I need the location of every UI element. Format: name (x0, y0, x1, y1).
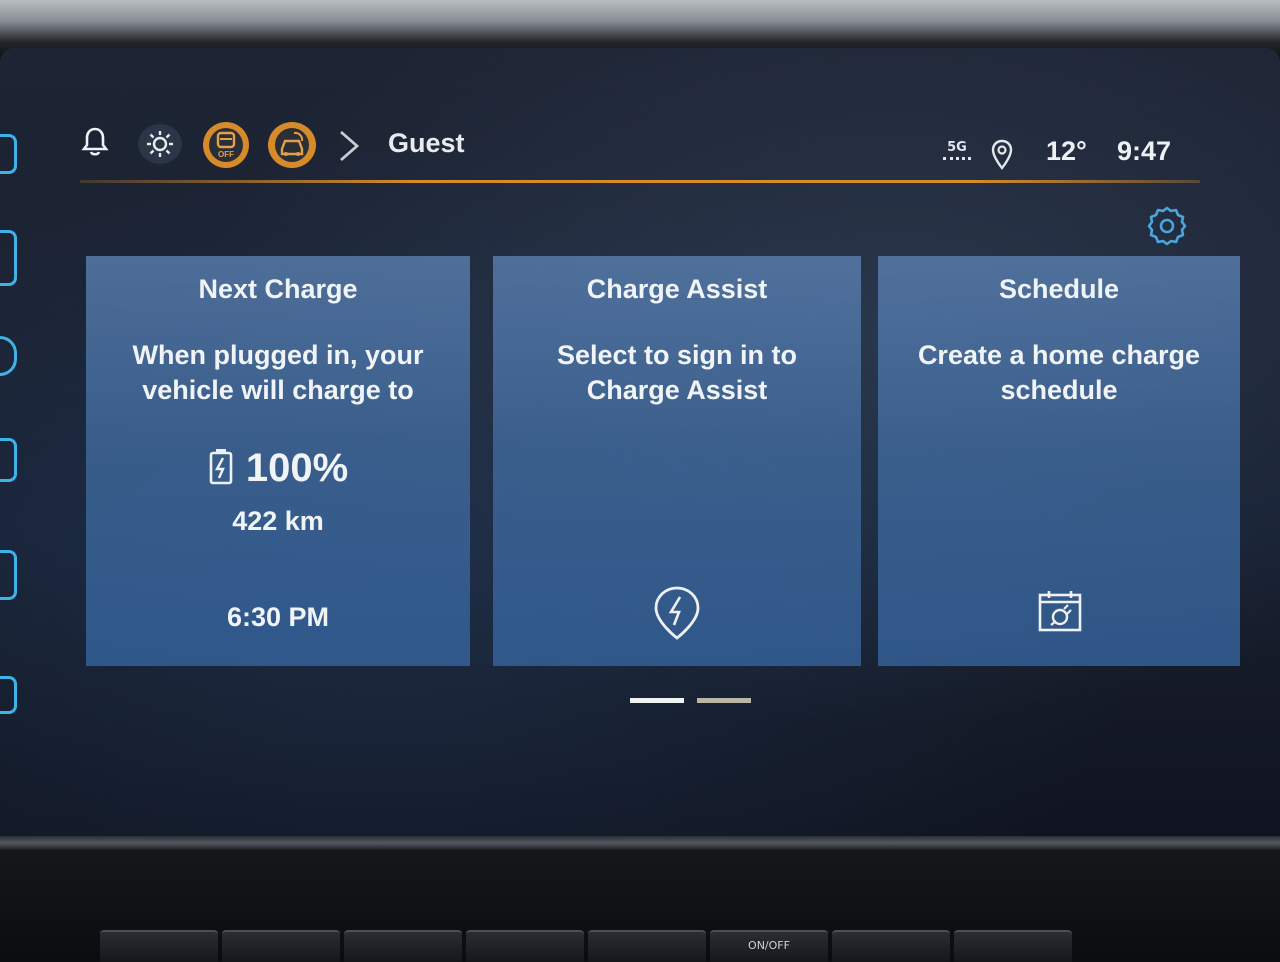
profile-name[interactable]: Guest (388, 128, 465, 159)
rail-app-icon[interactable] (0, 230, 17, 286)
console-button[interactable] (344, 930, 462, 962)
brightness-icon[interactable] (138, 124, 182, 164)
rail-app-icon[interactable] (0, 134, 17, 174)
card-description: When plugged in, your vehicle will charg… (106, 338, 450, 408)
rail-app-icon[interactable] (0, 550, 17, 600)
schedule-card[interactable]: Schedule Create a home charge schedule (878, 256, 1240, 666)
network-signal-icon: 5G (940, 140, 974, 170)
card-description: Select to sign in to Charge Assist (513, 338, 841, 408)
estimated-range: 422 km (232, 506, 324, 536)
vehicle-status-icon[interactable] (268, 122, 316, 168)
power-button[interactable]: ON/OFF (710, 930, 828, 962)
chevron-right-icon (330, 126, 366, 166)
card-description-line: Select to sign in to (556, 340, 798, 370)
card-description-line: schedule (1000, 375, 1118, 405)
console-button[interactable] (100, 930, 218, 962)
network-label: 5G (947, 140, 967, 155)
charge-percent: 100% (245, 446, 349, 490)
card-description-line: Create a home charge (917, 340, 1201, 370)
next-charge-card[interactable]: Next Charge When plugged in, your vehicl… (86, 256, 470, 666)
battery-charge-icon (208, 447, 234, 490)
rail-app-icon[interactable] (0, 676, 17, 714)
console-button[interactable] (832, 930, 950, 962)
clock: 9:47 (1117, 136, 1172, 166)
screen-bezel-bottom (0, 836, 1280, 850)
console-button[interactable] (954, 930, 1072, 962)
charge-pin-icon (651, 584, 703, 642)
card-title: Next Charge (198, 274, 358, 304)
console-button-row: ON/OFF (100, 930, 1280, 962)
card-description-line: Charge Assist (586, 375, 768, 405)
console-button[interactable] (466, 930, 584, 962)
location-pin-icon (988, 138, 1016, 172)
page-indicator-active[interactable] (630, 698, 684, 703)
seat-heat-off-icon[interactable]: OFF (203, 122, 249, 168)
charge-assist-card[interactable]: Charge Assist Select to sign in to Charg… (493, 256, 861, 666)
card-description-line: vehicle will charge to (142, 375, 414, 405)
gear-icon[interactable] (1146, 205, 1188, 247)
rail-app-icon[interactable] (0, 438, 17, 482)
svg-text:OFF: OFF (218, 150, 234, 159)
card-description: Create a home charge schedule (898, 338, 1220, 408)
bell-icon[interactable] (78, 124, 112, 160)
console-button[interactable] (588, 930, 706, 962)
charge-target: 100% (86, 446, 470, 491)
calendar-plug-icon (1036, 588, 1084, 634)
card-title: Schedule (998, 274, 1120, 304)
status-divider (80, 180, 1200, 183)
outside-temperature: 12° (1046, 136, 1087, 166)
console-button[interactable] (222, 930, 340, 962)
card-title: Charge Assist (586, 274, 768, 304)
charge-time: 6:30 PM (226, 602, 330, 632)
page-indicator[interactable] (697, 698, 751, 703)
card-description-line: When plugged in, your (132, 340, 424, 370)
